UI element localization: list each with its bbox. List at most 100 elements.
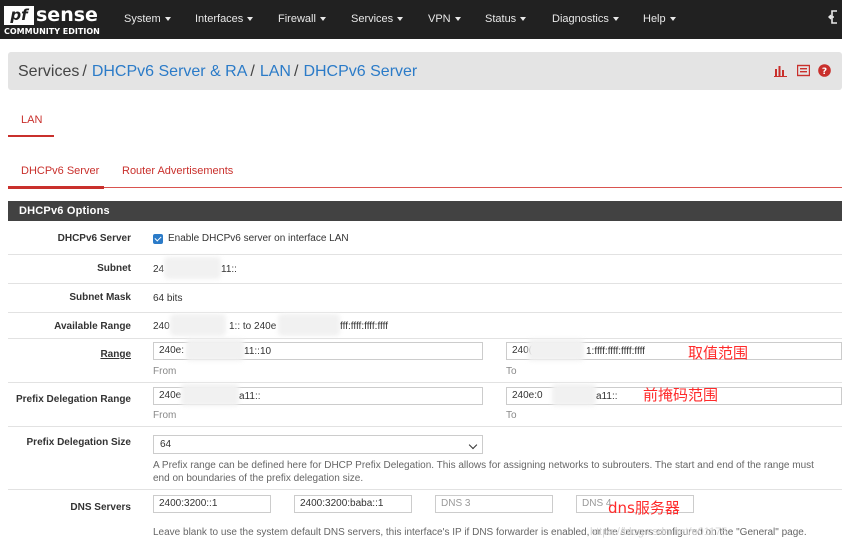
prefix-size-select[interactable]: 64: [153, 435, 483, 454]
panel-title: DHCPv6 Options: [8, 201, 842, 221]
nav-vpn[interactable]: VPN: [428, 13, 461, 26]
chevron-down-icon: [454, 17, 461, 22]
chevron-down-icon: [397, 17, 404, 22]
nav-interfaces[interactable]: Interfaces: [195, 13, 254, 26]
nav-label: Firewall: [278, 13, 316, 25]
redaction-mask: [528, 339, 584, 361]
nav-label: VPN: [428, 13, 451, 25]
tab-lan[interactable]: LAN: [21, 114, 42, 126]
nav-services[interactable]: Services: [351, 13, 404, 26]
range-to-hint: To: [506, 366, 517, 377]
pfsense-logo[interactable]: pf sense COMMUNITY EDITION: [4, 4, 114, 36]
breadcrumb-dhcpv6-server[interactable]: DHCPv6 Server: [303, 63, 417, 80]
breadcrumb: Services / DHCPv6 Server & RA / LAN / DHCPv6 S…: [18, 62, 417, 81]
available-range-part3: fff:ffff:ffff:ffff: [340, 321, 389, 332]
nav-label: Interfaces: [195, 13, 244, 25]
annotation-range: 取值范围: [688, 344, 749, 362]
nav-label: System: [124, 13, 161, 25]
label-dhcpv6-server: DHCPv6 Server: [57, 233, 131, 244]
redaction-mask: [164, 257, 221, 279]
nav-firewall[interactable]: Firewall: [278, 13, 326, 26]
subnet-value-prefix: 24: [153, 264, 165, 275]
tab-router-advertisements[interactable]: Router Advertisements: [122, 165, 233, 177]
tab-lan-underline: [8, 135, 54, 137]
nav-label: Diagnostics: [552, 13, 609, 25]
row-divider: [8, 426, 842, 427]
nav-label: Help: [643, 13, 666, 25]
prefix-range-from-suffix: a11::: [239, 391, 261, 402]
dns-server-2-input[interactable]: 2400:3200:baba::1: [294, 495, 412, 513]
redaction-mask: [278, 314, 340, 336]
row-divider: [8, 382, 842, 383]
chevron-down-icon: [669, 17, 676, 22]
nav-label: Status: [485, 13, 517, 25]
redaction-mask: [170, 314, 226, 336]
prefix-range-from-value: 240e: [159, 390, 182, 401]
dns-server-3-placeholder: DNS 3: [441, 498, 471, 509]
breadcrumb-root: Services: [18, 63, 80, 80]
list-icon[interactable]: [796, 64, 811, 77]
enable-dhcpv6-checkbox[interactable]: [153, 234, 163, 244]
row-divider: [8, 489, 842, 490]
annotation-prefix-range: 前掩码范围: [643, 386, 719, 404]
brand-edition: COMMUNITY EDITION: [4, 27, 100, 36]
row-divider: [8, 254, 842, 255]
subnet-mask-value: 64 bits: [153, 293, 183, 304]
row-divider: [8, 312, 842, 313]
range-to-suffix: 1:ffff:ffff:ffff:ffff: [586, 346, 645, 357]
redaction-mask: [552, 384, 596, 406]
breadcrumb-lan[interactable]: LAN: [260, 63, 291, 80]
brand-name: sense: [36, 4, 98, 26]
breadcrumb-separator: /: [293, 63, 299, 80]
prefix-size-help-line2: end on boundaries of the prefix delegati…: [153, 473, 364, 484]
available-range-part2: 1:: to 240e: [229, 321, 277, 332]
prefix-size-help-line1: A Prefix range can be defined here for D…: [153, 460, 814, 471]
dns-server-1-value: 2400:3200::1: [159, 498, 218, 509]
chevron-down-icon: [164, 17, 171, 22]
prefix-range-from-hint: From: [153, 410, 177, 421]
subtab-divider: [8, 187, 842, 188]
prefix-range-to-hint: To: [506, 410, 517, 421]
label-prefix-delegation-size: Prefix Delegation Size: [26, 437, 131, 448]
nav-help[interactable]: Help: [643, 13, 676, 26]
range-from-value: 240e:: [159, 345, 185, 356]
chevron-down-icon: [468, 440, 478, 450]
breadcrumb-separator: /: [250, 63, 255, 80]
prefix-range-to-value: 240e:0: [512, 390, 543, 401]
logout-icon[interactable]: [828, 10, 838, 27]
chart-icon[interactable]: [774, 64, 787, 77]
label-subnet: Subnet: [97, 263, 131, 274]
label-range: Range: [100, 349, 131, 360]
subnet-value-suffix: 11::: [221, 264, 237, 275]
annotation-dns: dns服务器: [608, 499, 680, 517]
enable-dhcpv6-text: Enable DHCPv6 server on interface LAN: [168, 233, 349, 244]
dns-server-2-value: 2400:3200:baba::1: [300, 498, 384, 509]
chevron-down-icon: [520, 17, 527, 22]
breadcrumb-bar: Services / DHCPv6 Server & RA / LAN / DHCPv6 S…: [8, 52, 842, 90]
nav-label: Services: [351, 13, 394, 25]
row-divider: [8, 283, 842, 284]
chevron-down-icon: [319, 17, 326, 22]
chevron-down-icon: [247, 17, 254, 22]
top-navbar: pf sense COMMUNITY EDITION System Interf…: [0, 0, 842, 39]
watermark: https://blog.csdn.net/u01175: [590, 526, 728, 538]
nav-status[interactable]: Status: [485, 13, 527, 26]
dns-server-3-input[interactable]: DNS 3: [435, 495, 553, 513]
nav-diagnostics[interactable]: Diagnostics: [552, 13, 619, 26]
breadcrumb-dhcpv6-server-ra[interactable]: DHCPv6 Server & RA: [92, 63, 248, 80]
breadcrumb-separator: /: [82, 63, 87, 80]
nav-system[interactable]: System: [124, 13, 171, 26]
row-divider: [8, 338, 842, 339]
prefix-size-value: 64: [160, 439, 172, 450]
label-dns-servers: DNS Servers: [70, 502, 131, 513]
help-icon[interactable]: ?: [818, 64, 831, 77]
range-from-suffix: 11::10: [244, 346, 272, 357]
redaction-mask: [186, 339, 244, 361]
brand-mark: pf: [4, 6, 34, 25]
tab-dhcpv6-server[interactable]: DHCPv6 Server: [21, 165, 99, 177]
dns-server-1-input[interactable]: 2400:3200::1: [153, 495, 271, 513]
range-from-hint: From: [153, 366, 177, 377]
label-prefix-delegation-range: Prefix Delegation Range: [15, 394, 131, 405]
svg-text:?: ?: [822, 67, 827, 77]
chevron-down-icon: [612, 17, 619, 22]
